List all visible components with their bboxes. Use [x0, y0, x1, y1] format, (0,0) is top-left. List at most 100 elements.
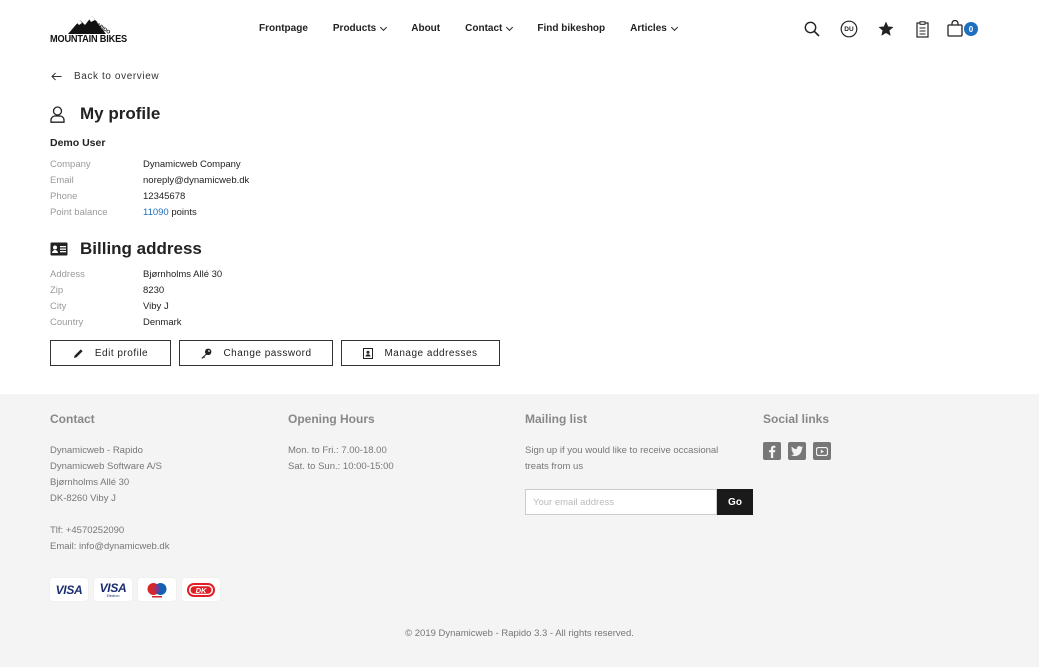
- billing-info: Address Bjørnholms Allé 30 Zip 8230 City Vi…: [50, 266, 222, 330]
- hours-line: Sat. to Sun.: 10:00-15:00: [288, 461, 394, 472]
- footer-mailing-title: Mailing list: [525, 412, 588, 426]
- nav-about[interactable]: About: [411, 23, 440, 34]
- profile-info: Company Dynamicweb Company Email noreply@d…: [50, 156, 249, 220]
- point-balance-value: 11090: [143, 206, 169, 218]
- dankort-label: DK: [196, 585, 207, 594]
- footer-social-title: Social links: [763, 412, 830, 426]
- profile-row-points: Point balance 11090 points: [50, 204, 249, 220]
- manage-addresses-label: Manage addresses: [384, 347, 478, 359]
- nav-label: Find bikeshop: [537, 23, 606, 34]
- nav-articles[interactable]: Articles: [630, 23, 678, 34]
- edit-profile-button[interactable]: Edit profile: [50, 340, 171, 366]
- field-label: Country: [50, 316, 84, 328]
- search-icon: [804, 21, 820, 37]
- billing-row-zip: Zip 8230: [50, 282, 222, 298]
- field-label: City: [50, 300, 67, 312]
- field-value: Dynamicweb Company: [143, 158, 241, 170]
- field-label: Email: [50, 174, 74, 186]
- newsletter-form: Go: [525, 489, 753, 515]
- maestro-icon: [147, 582, 167, 597]
- nav-frontpage[interactable]: Frontpage: [259, 23, 308, 34]
- mailing-line: Sign up if you would like to receive occ…: [525, 445, 719, 456]
- site-footer: Contact Dynamicweb - Rapido Dynamicweb S…: [0, 394, 1039, 667]
- field-label: Zip: [50, 284, 64, 296]
- contact-line: Dynamicweb - Rapido: [50, 445, 143, 456]
- field-value: Denmark: [143, 316, 182, 328]
- back-label: Back to overview: [74, 71, 160, 82]
- contact-line: Dynamicweb Software A/S: [50, 461, 162, 472]
- field-label: Point balance: [50, 206, 108, 218]
- point-balance-unit: points: [171, 206, 197, 218]
- id-card-icon: [50, 242, 68, 256]
- hours-line: Mon. to Fri.: 7.00-18.00: [288, 445, 387, 456]
- nav-label: Frontpage: [259, 23, 308, 34]
- nav-products[interactable]: Products: [332, 23, 388, 34]
- newsletter-go-button[interactable]: Go: [717, 489, 753, 515]
- contact-phone: Tlf: +4570252090: [50, 525, 125, 536]
- orders-button[interactable]: [914, 19, 930, 39]
- twitter-icon[interactable]: [788, 442, 806, 460]
- field-value: Bjørnholms Allé 30: [143, 268, 223, 280]
- field-value: noreply@dynamicweb.dk: [143, 174, 250, 186]
- footer-mailing: Mailing list Sign up if you would like t…: [525, 412, 718, 475]
- dankort-card: DK: [182, 578, 220, 601]
- chevron-down-icon: [506, 23, 514, 31]
- visa-electron-label: VISA: [99, 580, 127, 595]
- field-label: Phone: [50, 190, 78, 202]
- footer-contact: Contact Dynamicweb - Rapido Dynamicweb S…: [50, 412, 169, 555]
- cart-count-badge: 0: [964, 22, 978, 36]
- dankort-icon: DK: [187, 582, 215, 597]
- profile-row-phone: Phone 12345678: [50, 188, 249, 204]
- star-icon: [878, 21, 894, 36]
- maestro-card: [138, 578, 176, 601]
- nav-label: Contact: [465, 23, 503, 34]
- language-button[interactable]: DU: [839, 19, 859, 39]
- contact-line: DK-8260 Viby J: [50, 493, 116, 504]
- billing-row-city: City Viby J: [50, 298, 222, 314]
- favorites-button[interactable]: [876, 19, 896, 39]
- address-book-icon: [363, 347, 374, 359]
- visa-electron-sub: Electron: [106, 593, 120, 598]
- mailing-line: treats from us: [525, 461, 584, 472]
- back-to-overview-link[interactable]: Back to overview: [51, 71, 159, 82]
- change-password-button[interactable]: Change password: [179, 340, 333, 366]
- profile-actions: Edit profile Change password Manage addr…: [50, 340, 508, 366]
- field-value: Viby J: [143, 300, 169, 312]
- newsletter-email-input[interactable]: [525, 489, 717, 515]
- field-label: Address: [50, 268, 85, 280]
- youtube-icon[interactable]: [813, 442, 831, 460]
- footer-contact-title: Contact: [50, 412, 95, 426]
- visa-electron-card: VISA Electron: [94, 578, 132, 601]
- chevron-down-icon: [380, 23, 388, 31]
- profile-title-text: My profile: [80, 104, 161, 123]
- main-nav: Frontpage Products About Contact Find bi…: [259, 23, 702, 34]
- chevron-down-icon: [670, 23, 678, 31]
- facebook-icon[interactable]: [763, 442, 781, 460]
- key-icon: [200, 348, 212, 359]
- contact-email: Email: info@dynamicweb.dk: [50, 541, 170, 552]
- change-password-label: Change password: [223, 347, 312, 359]
- nav-label: Products: [332, 23, 377, 34]
- site-logo[interactable]: RAPIDO MOUNTAIN BIKES: [50, 14, 130, 46]
- nav-contact[interactable]: Contact: [465, 23, 514, 34]
- header-tools: DU 0: [803, 19, 983, 39]
- language-code: DU: [844, 25, 854, 33]
- nav-label: About: [411, 23, 441, 34]
- nav-find-bikeshop[interactable]: Find bikeshop: [537, 23, 605, 34]
- shopping-bag-icon: [947, 20, 963, 37]
- manage-addresses-button[interactable]: Manage addresses: [341, 340, 500, 366]
- user-name: Demo User: [50, 137, 106, 149]
- arrow-left-icon: [51, 72, 62, 81]
- billing-title: Billing address: [50, 239, 202, 259]
- search-button[interactable]: [803, 19, 821, 39]
- cart-button[interactable]: 0: [947, 19, 983, 39]
- contact-line: Bjørnholms Allé 30: [50, 477, 130, 488]
- logo-text: MOUNTAIN BIKES: [50, 34, 127, 45]
- visa-label: VISA: [55, 582, 83, 597]
- billing-row-country: Country Denmark: [50, 314, 222, 330]
- visa-card: VISA: [50, 578, 88, 601]
- pencil-icon: [73, 348, 84, 359]
- field-value: 12345678: [143, 190, 186, 202]
- billing-title-text: Billing address: [80, 239, 202, 258]
- profile-row-company: Company Dynamicweb Company: [50, 156, 249, 172]
